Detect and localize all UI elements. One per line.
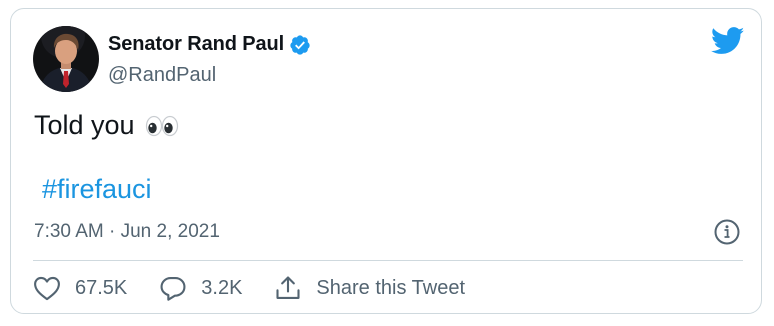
reply-count: 3.2K — [201, 276, 243, 299]
display-name[interactable]: Senator Rand Paul — [108, 33, 284, 56]
reply-button[interactable]: 3.2K — [159, 275, 242, 301]
action-bar: 67.5K 3.2K Share this Tweet — [33, 275, 497, 301]
share-button[interactable]: Share this Tweet — [274, 275, 465, 301]
author-name-row[interactable]: Senator Rand Paul — [108, 33, 311, 56]
hashtag-link[interactable]: #firefauci — [42, 174, 152, 205]
speech-bubble-icon — [160, 277, 186, 301]
verified-badge-icon — [289, 34, 311, 56]
info-icon[interactable] — [713, 218, 741, 246]
tweet-text: Told you — [34, 110, 135, 140]
share-label: Share this Tweet — [316, 276, 466, 299]
divider — [33, 260, 743, 261]
share-upload-icon — [276, 276, 300, 299]
tweet-timestamp[interactable]: 7:30 AM · Jun 2, 2021 — [34, 221, 220, 243]
eyes-emoji-icon — [145, 115, 179, 137]
twitter-bird-icon[interactable] — [710, 27, 745, 55]
heart-icon — [34, 276, 60, 301]
tweet-text-row: Told you — [34, 110, 179, 141]
avatar[interactable] — [33, 26, 99, 92]
like-button[interactable]: 67.5K — [33, 275, 127, 301]
author-handle[interactable]: @RandPaul — [108, 64, 216, 87]
tweet-card[interactable]: Senator Rand Paul @RandPaul Told you #fi… — [10, 8, 762, 314]
like-count: 67.5K — [75, 276, 128, 299]
